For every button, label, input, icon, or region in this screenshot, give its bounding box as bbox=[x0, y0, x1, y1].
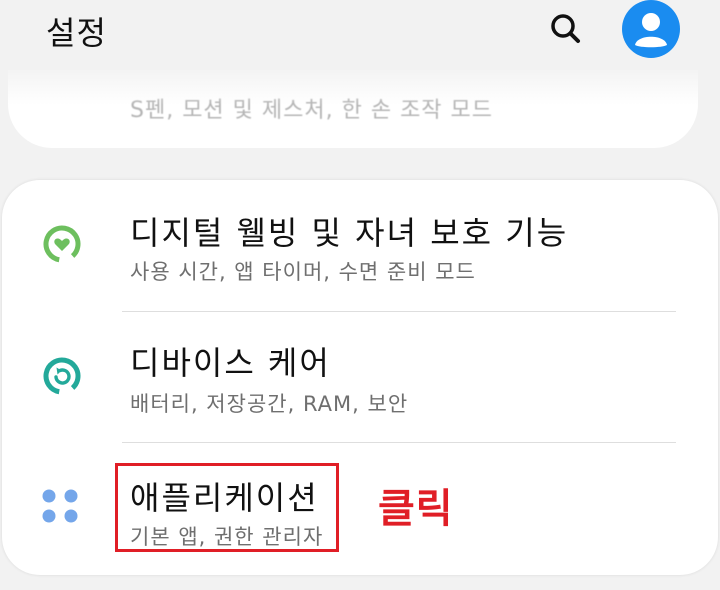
list-item-applications[interactable]: 애플리케이션 기본 앱, 권한 관리자 bbox=[2, 443, 718, 573]
click-annotation-label: 클릭 bbox=[378, 486, 454, 532]
list-item-digital-wellbeing[interactable]: 디지털 웰빙 및 자녀 보호 기능 사용 시간, 앱 타이머, 수면 준비 모드 bbox=[2, 180, 718, 310]
settings-card: 디지털 웰빙 및 자녀 보호 기능 사용 시간, 앱 타이머, 수면 준비 모드… bbox=[2, 180, 718, 575]
device-care-subtitle: 배터리, 저장공간, RAM, 보안 bbox=[130, 392, 409, 416]
list-item-device-care[interactable]: 디바이스 케어 배터리, 저장공간, RAM, 보안 bbox=[2, 312, 718, 442]
click-highlight-box bbox=[115, 463, 339, 552]
apps-grid-icon bbox=[40, 487, 88, 535]
scroll-fade bbox=[0, 0, 720, 105]
device-care-title: 디바이스 케어 bbox=[130, 344, 331, 382]
digital-wellbeing-subtitle: 사용 시간, 앱 타이머, 수면 준비 모드 bbox=[130, 260, 476, 284]
device-care-icon bbox=[38, 352, 86, 400]
digital-wellbeing-title: 디지털 웰빙 및 자녀 보호 기능 bbox=[130, 214, 569, 252]
digital-wellbeing-icon bbox=[38, 220, 86, 268]
